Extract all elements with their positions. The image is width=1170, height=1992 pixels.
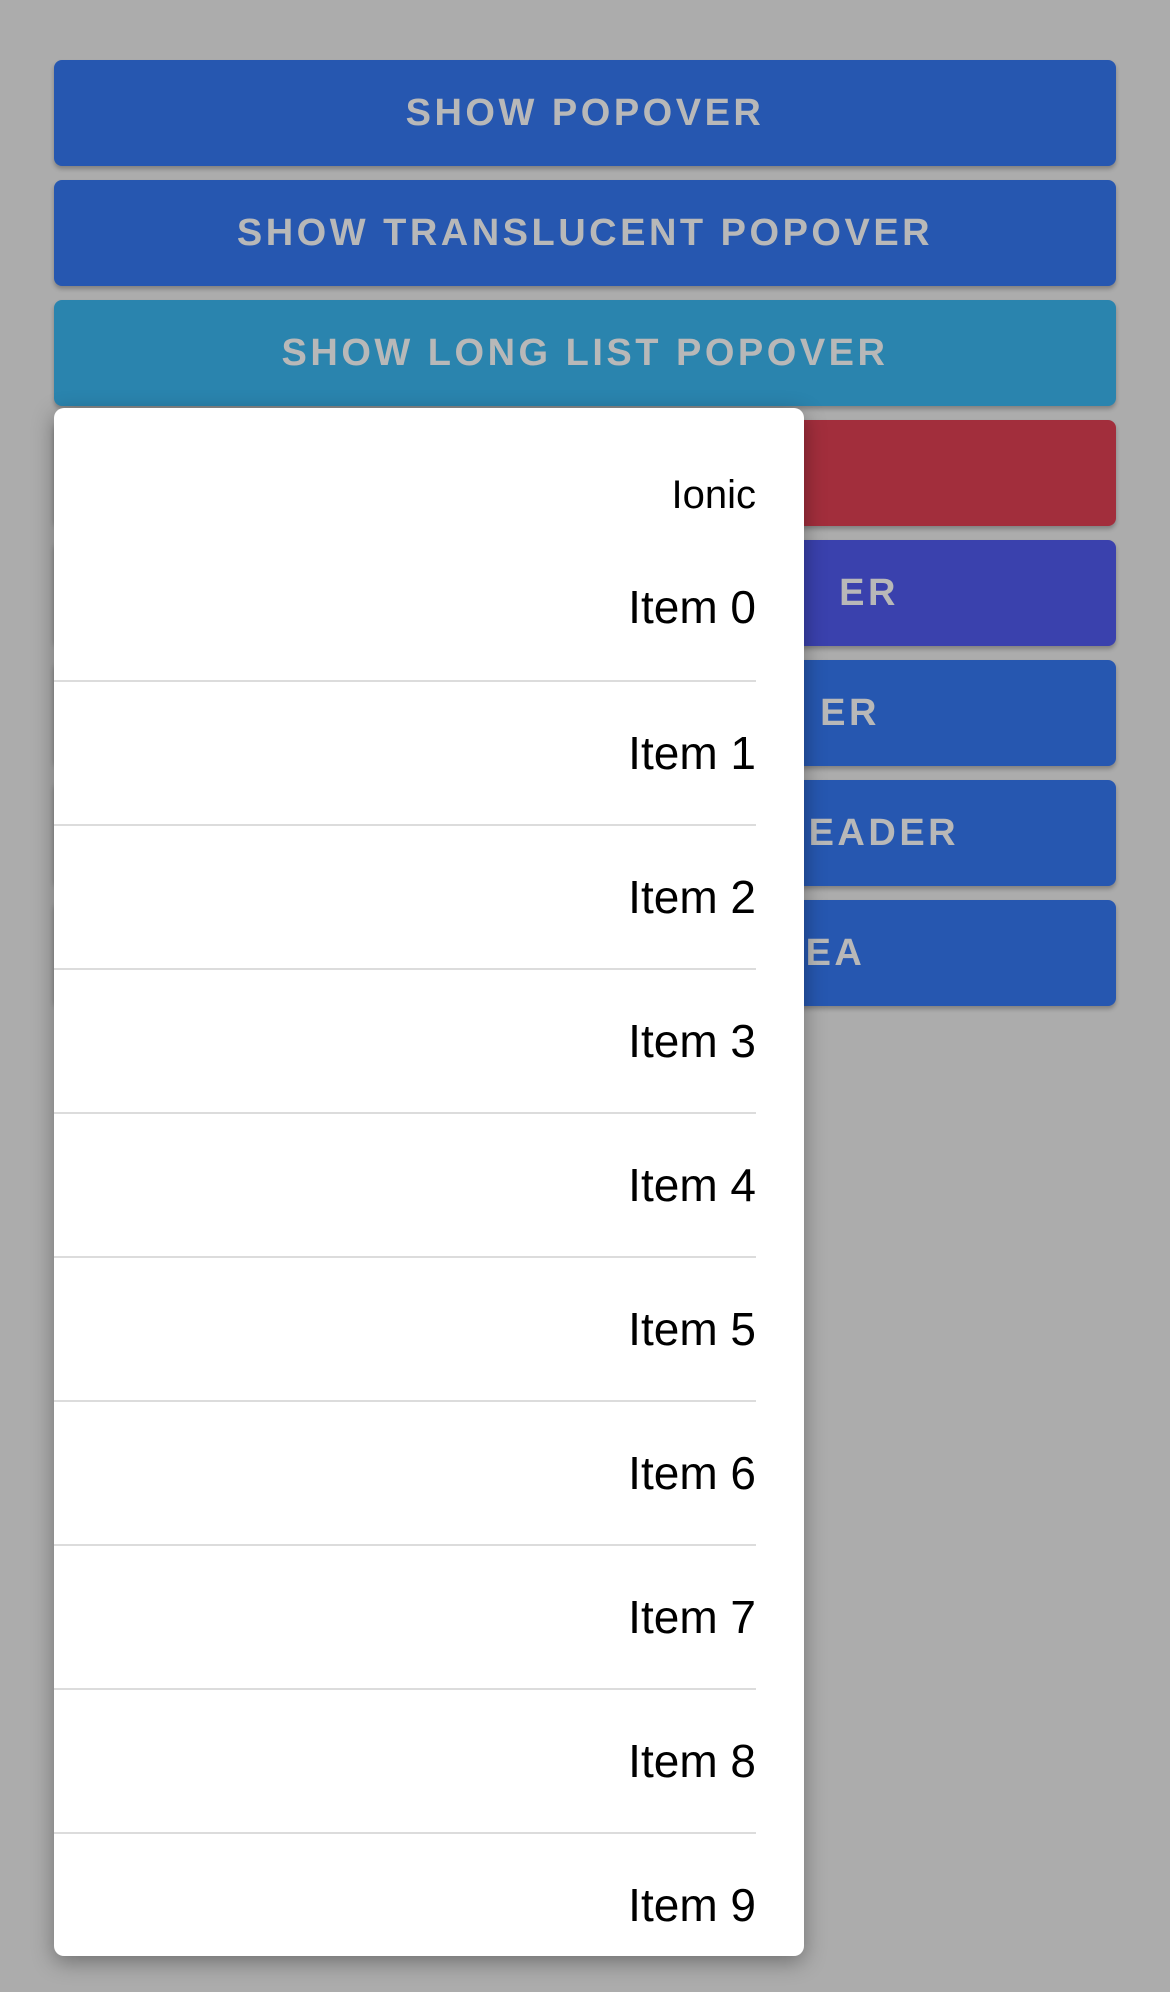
show-long-list-popover-button[interactable]: SHOW LONG LIST POPOVER (54, 300, 1116, 406)
popover-header: Ionic (54, 408, 804, 546)
list-item-0[interactable]: Item 0 (54, 546, 756, 682)
list-item-5[interactable]: Item 5 (54, 1258, 756, 1402)
show-translucent-popover-button[interactable]: SHOW TRANSLUCENT POPOVER (54, 180, 1116, 286)
list-item-7[interactable]: Item 7 (54, 1546, 756, 1690)
list-item-label: Item 0 (628, 581, 756, 633)
long-list-popover: Ionic Item 0 Item 1 Item 2 Item 3 Item 4… (54, 408, 804, 1956)
show-translucent-popover-button-label: SHOW TRANSLUCENT POPOVER (236, 211, 934, 254)
show-long-list-popover-button-label: SHOW LONG LIST POPOVER (281, 331, 889, 374)
list-item-2[interactable]: Item 2 (54, 826, 756, 970)
list-item-label: Item 6 (628, 1447, 756, 1499)
list-item-label: Item 2 (628, 871, 756, 923)
list-item-3[interactable]: Item 3 (54, 970, 756, 1114)
list-item-label: Item 1 (628, 727, 756, 779)
list-item-8[interactable]: Item 8 (54, 1690, 756, 1834)
list-item-label: Item 5 (628, 1303, 756, 1355)
list-item-label: Item 8 (628, 1735, 756, 1787)
list-item-6[interactable]: Item 6 (54, 1402, 756, 1546)
list-item-1[interactable]: Item 1 (54, 682, 756, 826)
list-item-label: Item 9 (628, 1879, 756, 1931)
list-item-4[interactable]: Item 4 (54, 1114, 756, 1258)
show-popover-button[interactable]: SHOW POPOVER (54, 60, 1116, 166)
list-item-label: Item 3 (628, 1015, 756, 1067)
list-item-9[interactable]: Item 9 (54, 1834, 756, 1956)
popover-header-title: Ionic (671, 473, 757, 517)
popover-list[interactable]: Item 0 Item 1 Item 2 Item 3 Item 4 Item … (54, 546, 804, 1956)
show-popover-button-label: SHOW POPOVER (405, 91, 765, 134)
list-item-label: Item 7 (628, 1591, 756, 1643)
list-item-label: Item 4 (628, 1159, 756, 1211)
